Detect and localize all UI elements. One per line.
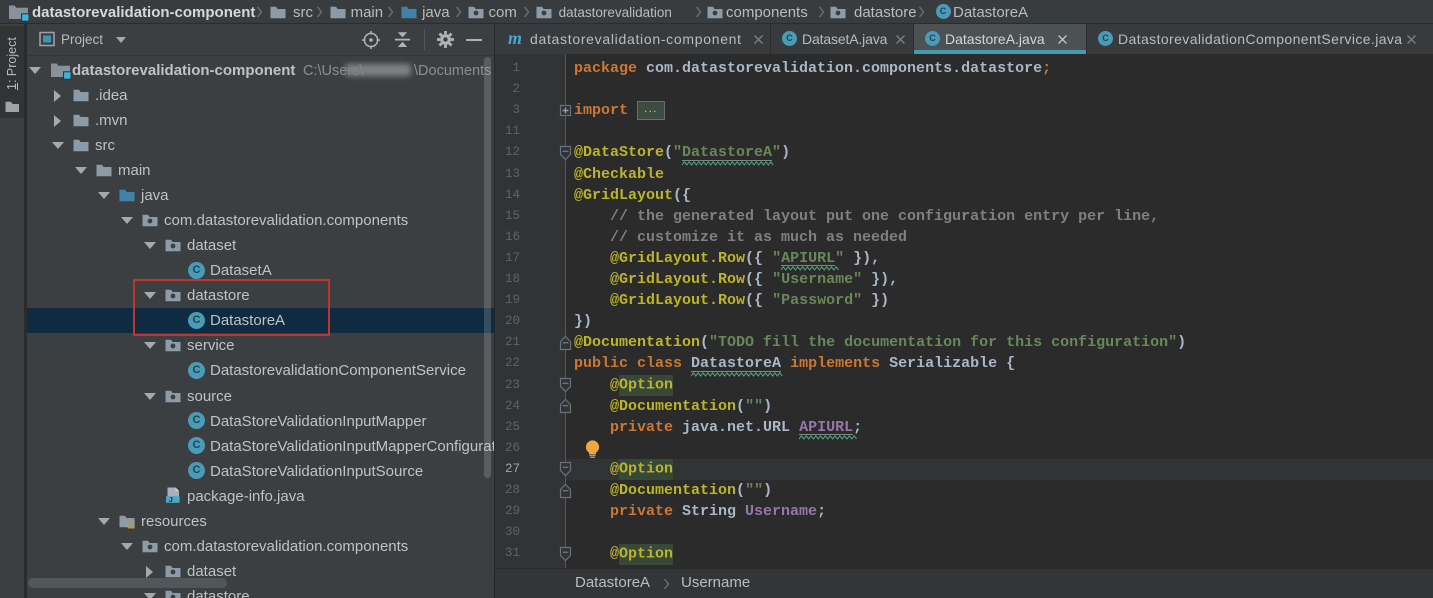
svg-text:J: J (169, 495, 173, 504)
